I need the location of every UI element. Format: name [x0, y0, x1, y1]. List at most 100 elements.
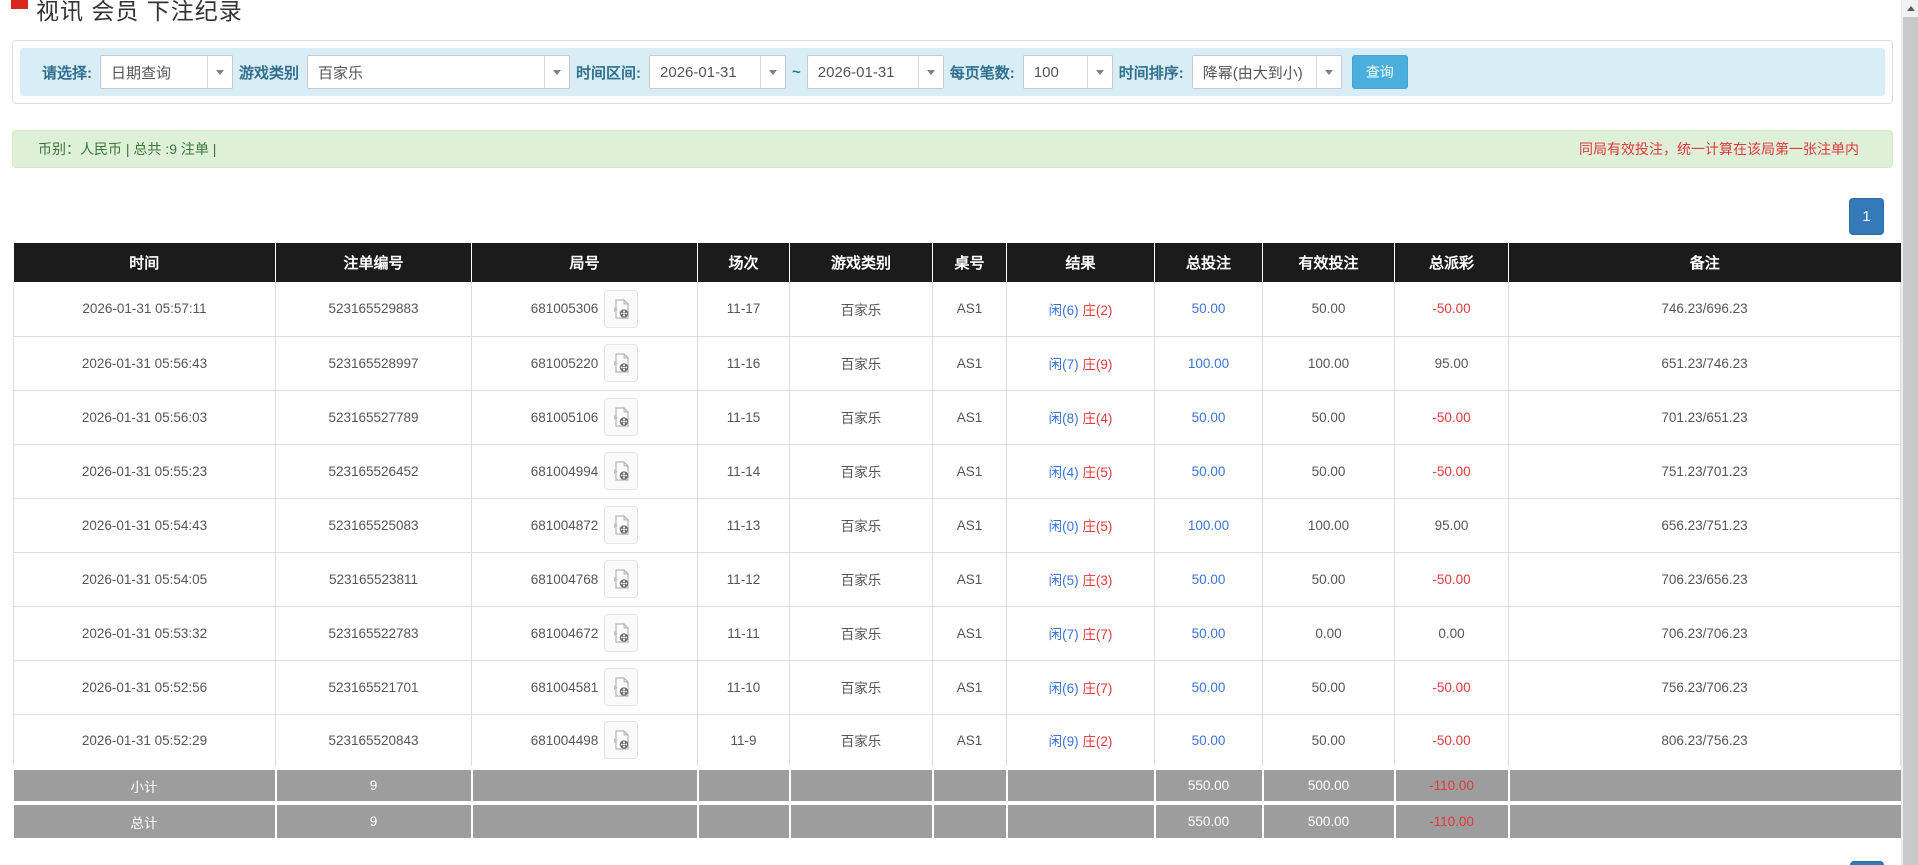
video-file-icon — [614, 460, 630, 481]
video-replay-button[interactable] — [604, 506, 639, 544]
video-replay-button[interactable] — [604, 614, 639, 652]
video-replay-button[interactable] — [604, 721, 639, 760]
round-number: 681004498 — [530, 732, 599, 748]
chevron-down-icon[interactable] — [207, 56, 232, 88]
subtotal-valid-bet: 500.00 — [1262, 766, 1396, 803]
header-result: 结果 — [1006, 243, 1155, 282]
scrollbar-thumb[interactable] — [1903, 17, 1918, 865]
cell-table: AS1 — [932, 336, 1007, 391]
cell-round: 681005306 — [471, 282, 698, 337]
time-sort-select[interactable]: 降幂(由大到小) — [1191, 55, 1342, 89]
cell-bet-id: 523165520843 — [275, 714, 472, 769]
video-replay-button[interactable] — [604, 452, 639, 490]
video-replay-button[interactable] — [604, 398, 639, 436]
cell-round: 681004872 — [471, 498, 698, 553]
cell-session: 11-15 — [697, 390, 790, 445]
header-round: 局号 — [471, 243, 698, 282]
page-number-button[interactable]: 1 — [1849, 198, 1884, 235]
video-replay-button[interactable] — [604, 560, 639, 598]
cell-game: 百家乐 — [789, 336, 933, 391]
cell-total-bet: 50.00 — [1154, 282, 1263, 337]
cell-result: 闲(7) 庄(7) — [1006, 606, 1155, 661]
chevron-down-icon[interactable] — [1315, 56, 1341, 88]
round-number: 681004768 — [530, 571, 599, 587]
vertical-scrollbar[interactable] — [1901, 0, 1918, 865]
header-time: 时间 — [13, 243, 276, 282]
cell-session: 11-17 — [697, 282, 790, 337]
round-number: 681005220 — [530, 355, 599, 371]
chevron-down-icon[interactable] — [760, 56, 785, 88]
query-type-value: 日期查询 — [111, 64, 172, 82]
page-size-select[interactable]: 100 — [1022, 55, 1113, 89]
time-range-label: 时间区间: — [576, 64, 642, 82]
cell-game: 百家乐 — [789, 498, 933, 553]
header-valid-bet: 有效投注 — [1262, 243, 1395, 282]
cell-bet-id: 523165525083 — [275, 498, 472, 553]
query-type-select[interactable]: 日期查询 — [100, 55, 233, 89]
cell-total-bet: 50.00 — [1154, 444, 1263, 499]
range-separator: ~ — [792, 63, 801, 81]
cell-game: 百家乐 — [789, 444, 933, 499]
header-bet-id: 注单编号 — [275, 243, 472, 282]
cell-table: AS1 — [932, 606, 1007, 661]
chevron-down-icon[interactable] — [544, 56, 569, 88]
time-sort-value: 降幂(由大到小) — [1202, 64, 1303, 82]
filter-panel: 请选择: 日期查询 游戏类别 百家乐 时间区间: 2026-01-31 ~ 20… — [12, 40, 1893, 104]
video-file-icon — [614, 730, 630, 750]
cell-bet-id: 523165522783 — [275, 606, 472, 661]
scroll-up-icon[interactable] — [1902, 0, 1918, 17]
cell-valid-bet: 50.00 — [1262, 714, 1395, 769]
banker-result: 庄(9) — [1082, 357, 1113, 372]
cell-result: 闲(9) 庄(2) — [1006, 714, 1155, 769]
cell-round: 681004672 — [471, 606, 698, 661]
header-payout: 总派彩 — [1394, 243, 1509, 282]
table-row: 2026-01-31 05:52:56 523165521701 6810045… — [13, 660, 1901, 715]
banker-result: 庄(7) — [1082, 627, 1113, 642]
cell-table: AS1 — [932, 444, 1007, 499]
search-button[interactable]: 查询 — [1351, 55, 1408, 89]
video-file-icon — [614, 352, 630, 373]
date-from-picker[interactable]: 2026-01-31 — [649, 55, 787, 89]
banker-result: 庄(5) — [1082, 465, 1113, 480]
cell-payout: -50.00 — [1394, 282, 1509, 337]
video-file-icon — [614, 568, 630, 589]
game-category-select[interactable]: 百家乐 — [307, 55, 571, 89]
cell-note: 706.23/656.23 — [1508, 552, 1901, 607]
betting-records-page: 视讯 会员 下注纪录 请选择: 日期查询 游戏类别 百家乐 时间区间: 2026… — [0, 0, 1918, 865]
cell-valid-bet: 50.00 — [1262, 660, 1395, 715]
total-row: 总计 9 550.00 500.00 -110.00 — [13, 801, 1901, 838]
total-total-bet: 550.00 — [1154, 801, 1264, 838]
date-to-picker[interactable]: 2026-01-31 — [806, 55, 944, 89]
header-table: 桌号 — [932, 243, 1007, 282]
cell-payout: 95.00 — [1394, 498, 1509, 553]
video-replay-button[interactable] — [604, 668, 639, 706]
cell-game: 百家乐 — [789, 552, 933, 607]
cell-bet-id: 523165521701 — [275, 660, 472, 715]
cell-session: 11-9 — [697, 714, 790, 769]
chevron-down-icon[interactable] — [917, 56, 943, 88]
cell-payout: 95.00 — [1394, 336, 1509, 391]
video-replay-button[interactable] — [604, 289, 639, 328]
cell-table: AS1 — [932, 660, 1007, 715]
date-from-value: 2026-01-31 — [660, 63, 737, 81]
video-file-icon — [614, 676, 630, 697]
cell-result: 闲(6) 庄(7) — [1006, 660, 1155, 715]
header-session: 场次 — [697, 243, 790, 282]
cell-valid-bet: 50.00 — [1262, 552, 1395, 607]
cell-session: 11-14 — [697, 444, 790, 499]
table-footer: 小计 9 550.00 500.00 -110.00 总计 9 550.00 5… — [13, 766, 1901, 838]
cell-table: AS1 — [932, 390, 1007, 445]
cell-note: 806.23/756.23 — [1508, 714, 1901, 769]
subtotal-total-bet: 550.00 — [1154, 766, 1264, 803]
video-replay-button[interactable] — [604, 344, 639, 382]
game-category-value: 百家乐 — [318, 64, 364, 82]
cell-game: 百家乐 — [789, 606, 933, 661]
banker-result: 庄(2) — [1082, 302, 1113, 318]
cell-game: 百家乐 — [789, 714, 933, 769]
betting-records-table: 时间 注单编号 局号 场次 游戏类别 桌号 结果 总投注 有效投注 总派彩 备注… — [13, 243, 1901, 838]
cell-valid-bet: 100.00 — [1262, 498, 1395, 553]
chevron-down-icon[interactable] — [1086, 56, 1112, 88]
cell-valid-bet: 0.00 — [1262, 606, 1395, 661]
valid-bet-notice: 同局有效投注，统一计算在该局第一张注单内 — [1579, 141, 1859, 157]
page-number-button-bottom[interactable] — [1850, 861, 1884, 865]
